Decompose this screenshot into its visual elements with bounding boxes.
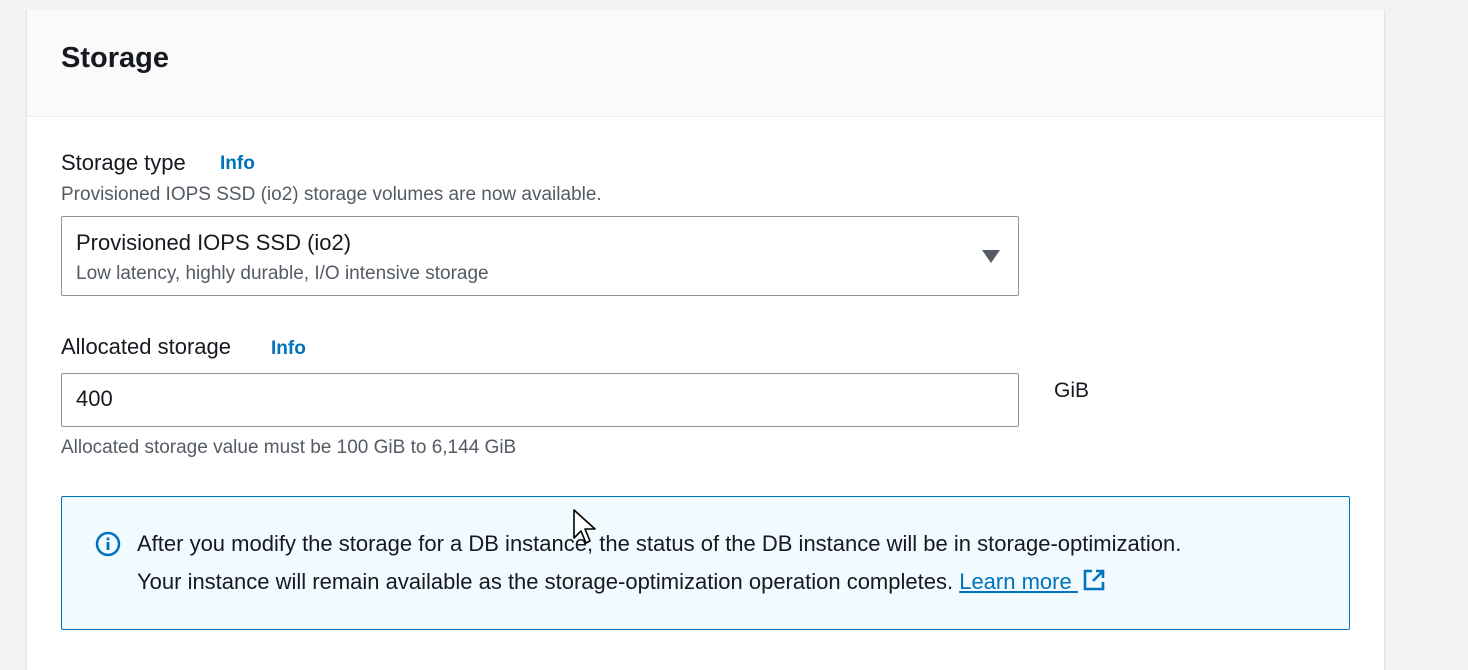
alert-message-line-2-text: Your instance will remain available as t… — [137, 569, 954, 594]
mouse-pointer-icon — [573, 509, 596, 544]
storage-optimization-alert: After you modify the storage for a DB in… — [61, 496, 1350, 630]
storage-type-selected-description: Low latency, highly durable, I/O intensi… — [76, 263, 489, 284]
alert-message-line-1: After you modify the storage for a DB in… — [137, 531, 1182, 556]
external-link-icon[interactable] — [1082, 568, 1106, 592]
alert-message-line-2: Your instance will remain available as t… — [137, 568, 1106, 595]
storage-panel: Storage Storage type Info Provisioned IO… — [26, 10, 1385, 670]
allocated-storage-unit: GiB — [1054, 379, 1090, 402]
learn-more-link[interactable]: Learn more — [959, 569, 1106, 594]
info-circle-icon — [95, 531, 121, 557]
storage-type-selected-value: Provisioned IOPS SSD (io2) — [76, 230, 352, 255]
allocated-storage-label: Allocated storage — [61, 334, 231, 359]
section-title: Storage — [61, 42, 169, 74]
storage-type-select[interactable]: Provisioned IOPS SSD (io2) Low latency, … — [61, 216, 1019, 296]
storage-type-label: Storage type — [61, 150, 186, 175]
allocated-storage-input[interactable] — [62, 374, 1010, 424]
storage-type-description: Provisioned IOPS SSD (io2) storage volum… — [61, 184, 602, 205]
panel-header: Storage — [27, 10, 1384, 117]
allocated-storage-info-link[interactable]: Info — [271, 338, 306, 360]
caret-down-icon — [982, 250, 1000, 263]
allocated-storage-constraint: Allocated storage value must be 100 GiB … — [61, 437, 517, 458]
storage-type-info-link[interactable]: Info — [220, 153, 255, 175]
allocated-storage-field[interactable] — [61, 373, 1019, 427]
learn-more-link-text[interactable]: Learn more — [959, 569, 1072, 594]
